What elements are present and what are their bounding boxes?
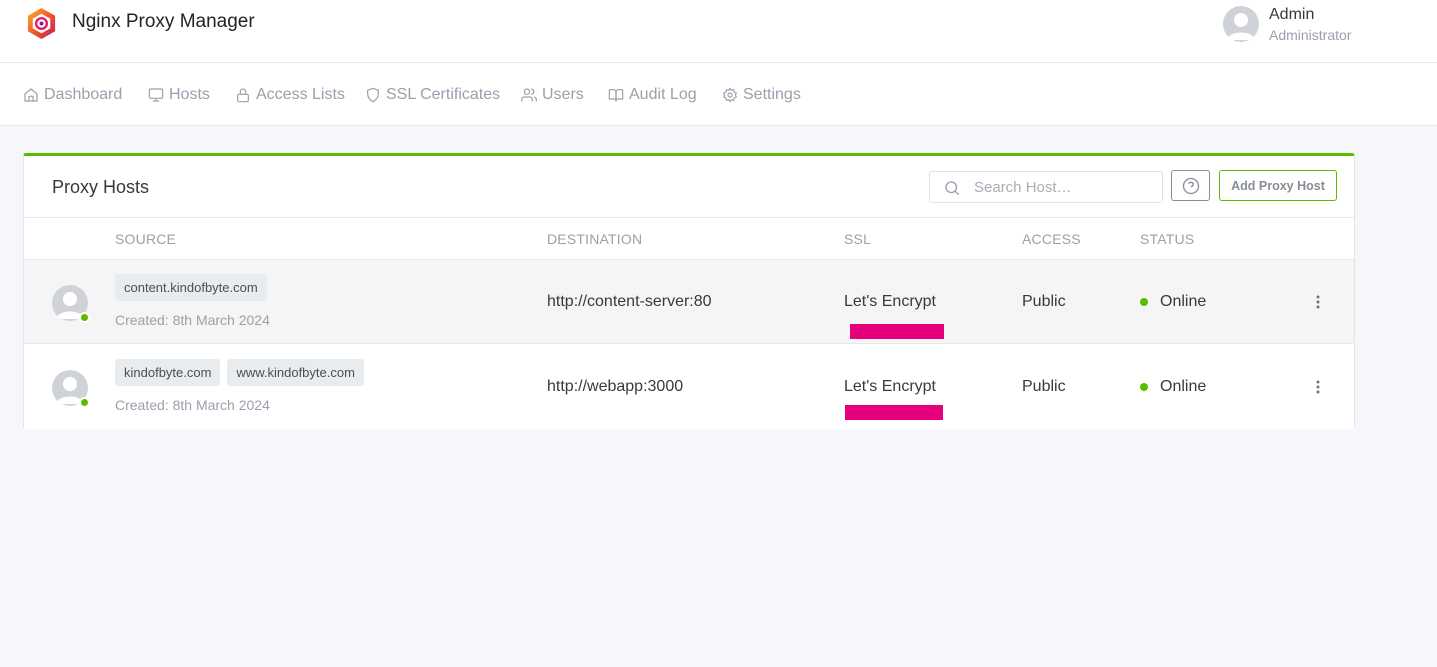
destination: http://webapp:3000 [547, 378, 684, 395]
ssl-provider: Let's Encrypt [844, 378, 936, 395]
status-dot [1140, 298, 1148, 306]
nav-item-access-lists[interactable]: Access Lists [235, 83, 345, 107]
shield-icon [367, 87, 379, 103]
lock-icon [237, 88, 249, 103]
nav-item-label: Audit Log [629, 86, 697, 103]
owner-avatar [52, 370, 90, 408]
owner-avatar [52, 285, 90, 323]
status: Online [1140, 378, 1206, 396]
nav-item-dashboard[interactable]: Dashboard [23, 83, 122, 107]
domain-tags: kindofbyte.com www.kindofbyte.com [115, 359, 364, 386]
status-dot [1140, 383, 1148, 391]
book-icon [608, 89, 624, 102]
ssl-provider: Let's Encrypt [844, 293, 936, 310]
redaction-bar [850, 324, 944, 339]
add-proxy-host-button[interactable]: Add Proxy Host [1219, 170, 1337, 201]
domain-tag[interactable]: kindofbyte.com [115, 359, 221, 386]
nav-item-settings[interactable]: Settings [722, 83, 801, 107]
domain-tag[interactable]: content.kindofbyte.com [115, 274, 267, 301]
redaction-bar [845, 405, 943, 420]
search-box[interactable] [929, 171, 1163, 203]
nav-item-label: Access Lists [256, 86, 345, 103]
online-indicator [79, 397, 90, 408]
status-label: Online [1160, 378, 1207, 395]
row-actions-button[interactable] [1308, 377, 1328, 397]
nginx-proxy-manager-logo[interactable] [25, 7, 58, 40]
help-icon [1182, 177, 1199, 194]
nav-item-label: SSL Certificates [386, 86, 501, 103]
monitor-icon [148, 88, 164, 102]
column-header-ssl[interactable]: SSL [844, 231, 871, 247]
table-row[interactable]: kindofbyte.com www.kindofbyte.com Create… [24, 345, 1354, 429]
top-header: Nginx Proxy Manager Admin Administrator [0, 0, 1437, 63]
column-header-access[interactable]: ACCESS [1022, 231, 1081, 247]
nav-item-audit-log[interactable]: Audit Log [608, 83, 697, 107]
user-name: Admin [1269, 6, 1315, 23]
nav-item-label: Hosts [169, 86, 210, 103]
gear-icon [723, 87, 737, 103]
status: Online [1140, 293, 1206, 311]
proxy-hosts-card: Proxy Hosts Add Proxy Host SOURCE DESTIN… [23, 153, 1355, 429]
home-icon [24, 88, 38, 102]
user-role: Administrator [1269, 27, 1352, 43]
app-title: Nginx Proxy Manager [72, 11, 255, 32]
row-actions-button[interactable] [1308, 292, 1328, 312]
nav-item-label: Users [542, 86, 584, 103]
access-level: Public [1022, 378, 1066, 395]
nav-item-label: Settings [743, 86, 801, 103]
column-header-status[interactable]: STATUS [1140, 231, 1194, 247]
user-avatar [1223, 6, 1259, 42]
table-header: SOURCE DESTINATION SSL ACCESS STATUS [24, 217, 1354, 260]
search-icon [945, 181, 960, 196]
created-date: Created: 8th March 2024 [115, 397, 270, 413]
nav-item-hosts[interactable]: Hosts [148, 83, 210, 107]
destination: http://content-server:80 [547, 293, 712, 310]
table-row[interactable]: content.kindofbyte.com Created: 8th Marc… [24, 260, 1354, 344]
access-level: Public [1022, 293, 1066, 310]
column-header-destination[interactable]: DESTINATION [547, 231, 642, 247]
card-title: Proxy Hosts [52, 177, 150, 197]
help-button[interactable] [1171, 170, 1210, 201]
more-vertical-icon [1316, 380, 1320, 394]
nav-item-users[interactable]: Users [521, 83, 584, 107]
online-indicator [79, 312, 90, 323]
domain-tag[interactable]: www.kindofbyte.com [227, 359, 364, 386]
search-input[interactable] [974, 176, 1154, 198]
more-vertical-icon [1316, 295, 1320, 309]
main-nav: Dashboard Hosts Access Lists SSL Certifi… [0, 63, 1437, 126]
domain-tags: content.kindofbyte.com [115, 274, 267, 301]
nav-item-label: Dashboard [44, 86, 123, 103]
status-label: Online [1160, 293, 1207, 310]
created-date: Created: 8th March 2024 [115, 312, 270, 328]
user-menu[interactable]: Admin Administrator [1223, 5, 1423, 45]
users-icon [521, 88, 537, 102]
column-header-source[interactable]: SOURCE [115, 231, 176, 247]
nav-item-ssl-certificates[interactable]: SSL Certificates [365, 83, 500, 107]
